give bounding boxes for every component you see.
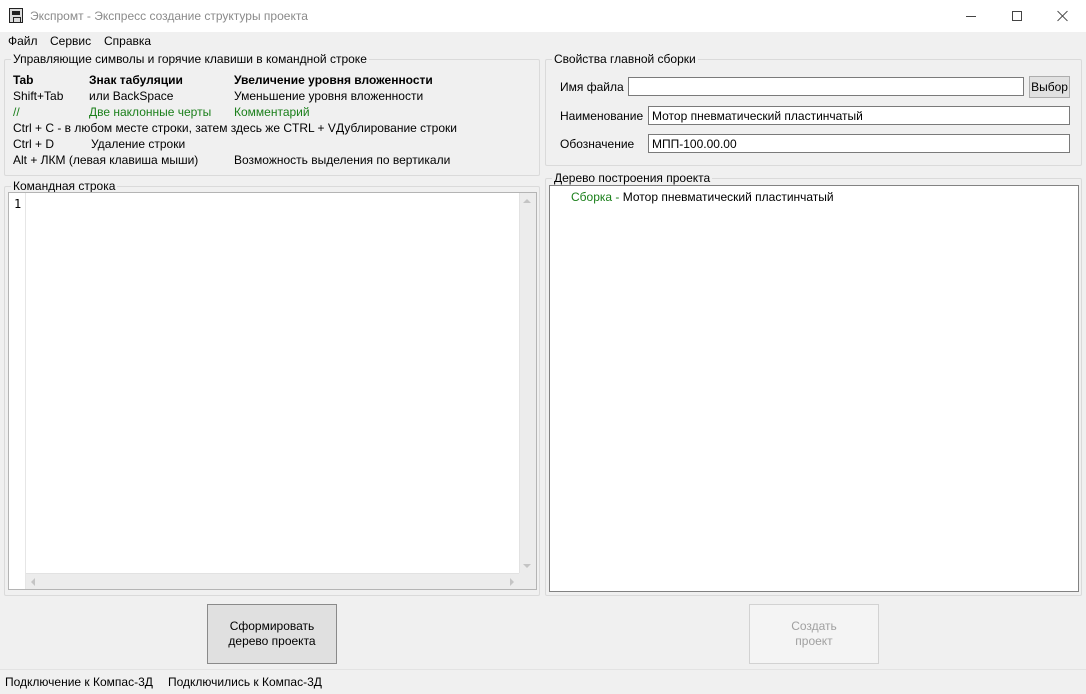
create-project-line-1: Создать (791, 619, 837, 633)
create-project-button[interactable]: Создать проект (749, 604, 879, 664)
close-icon (1057, 10, 1069, 22)
tree-node-separator: - (612, 190, 623, 204)
hotkey-symbol: Знак табуляции (89, 73, 183, 87)
vertical-scrollbar[interactable] (519, 193, 536, 574)
choose-file-button[interactable]: Выбор (1029, 76, 1070, 98)
minimize-icon (966, 15, 976, 17)
scroll-down-icon[interactable] (523, 564, 531, 568)
menu-bar: Файл Сервис Справка (0, 32, 1086, 50)
status-value: Подключились к Компас-3Д (168, 675, 322, 689)
hotkey-action: Дублирование строки (336, 121, 457, 135)
hotkey-action: Увеличение уровня вложенности (234, 73, 433, 87)
hotkey-key: Ctrl + D (13, 137, 55, 151)
assembly-properties-group: Свойства главной сборки Имя файла Выбор … (545, 52, 1082, 166)
hotkey-action: Комментарий (234, 105, 310, 119)
build-tree-line-1: Сформировать (229, 619, 315, 633)
horizontal-scrollbar[interactable] (26, 573, 519, 589)
line-number-gutter: 1 (9, 193, 26, 589)
menu-help[interactable]: Справка (104, 34, 151, 48)
app-icon (9, 8, 23, 23)
file-name-input[interactable] (628, 77, 1024, 96)
command-line-legend: Командная строка (11, 179, 118, 193)
name-input[interactable] (648, 106, 1070, 125)
hotkey-key: Tab (13, 73, 34, 87)
name-label: Наименование (560, 109, 644, 123)
project-tree[interactable]: Сборка - Мотор пневматический пластинчат… (549, 185, 1079, 592)
hotkeys-legend: Управляющие символы и горячие клавиши в … (11, 52, 369, 66)
hotkey-key: // (13, 105, 20, 119)
build-tree-button[interactable]: Сформировать дерево проекта (207, 604, 337, 664)
maximize-icon (1012, 11, 1022, 21)
designation-label: Обозначение (560, 137, 635, 151)
file-name-label: Имя файла (560, 80, 624, 94)
close-button[interactable] (1040, 0, 1086, 32)
hotkey-key: Alt + ЛКМ (левая клавиша мыши) (13, 153, 199, 167)
hotkey-key: Shift+Tab (13, 89, 64, 103)
hotkey-symbol: Две наклонные черты (89, 105, 212, 119)
maximize-button[interactable] (994, 0, 1040, 32)
tree-node-name: Мотор пневматический пластинчатый (622, 190, 834, 204)
assembly-legend: Свойства главной сборки (552, 52, 698, 66)
title-bar: Экспромт - Экспресс создание структуры п… (0, 0, 1086, 32)
menu-service[interactable]: Сервис (50, 34, 91, 48)
command-editor[interactable]: 1 (8, 192, 537, 590)
hotkeys-group: Управляющие символы и горячие клавиши в … (4, 52, 540, 176)
tree-root-node[interactable]: Сборка - Мотор пневматический пластинчат… (571, 190, 834, 204)
scroll-right-icon[interactable] (510, 578, 514, 586)
status-label: Подключение к Компас-3Д (5, 675, 153, 689)
minimize-button[interactable] (948, 0, 994, 32)
scroll-corner (519, 573, 536, 589)
hotkey-action: Удаление строки (91, 137, 186, 151)
designation-input[interactable] (648, 134, 1070, 153)
line-number: 1 (14, 197, 22, 211)
project-tree-legend: Дерево построения проекта (552, 171, 713, 185)
build-tree-line-2: дерево проекта (228, 634, 316, 648)
scroll-left-icon[interactable] (31, 578, 35, 586)
status-bar: Подключение к Компас-3Д Подключились к К… (0, 669, 1086, 694)
hotkey-action: Уменьшение уровня вложенности (234, 89, 424, 103)
menu-file[interactable]: Файл (8, 34, 38, 48)
hotkey-symbol: или BackSpace (89, 89, 174, 103)
tree-node-type: Сборка (571, 190, 613, 204)
create-project-line-2: проект (795, 634, 833, 648)
hotkey-action: Возможность выделения по вертикали (234, 153, 451, 167)
hotkey-key: Ctrl + C - в любом месте строки, затем з… (13, 121, 336, 135)
scroll-up-icon[interactable] (523, 199, 531, 203)
window-title: Экспромт - Экспресс создание структуры п… (30, 9, 308, 23)
